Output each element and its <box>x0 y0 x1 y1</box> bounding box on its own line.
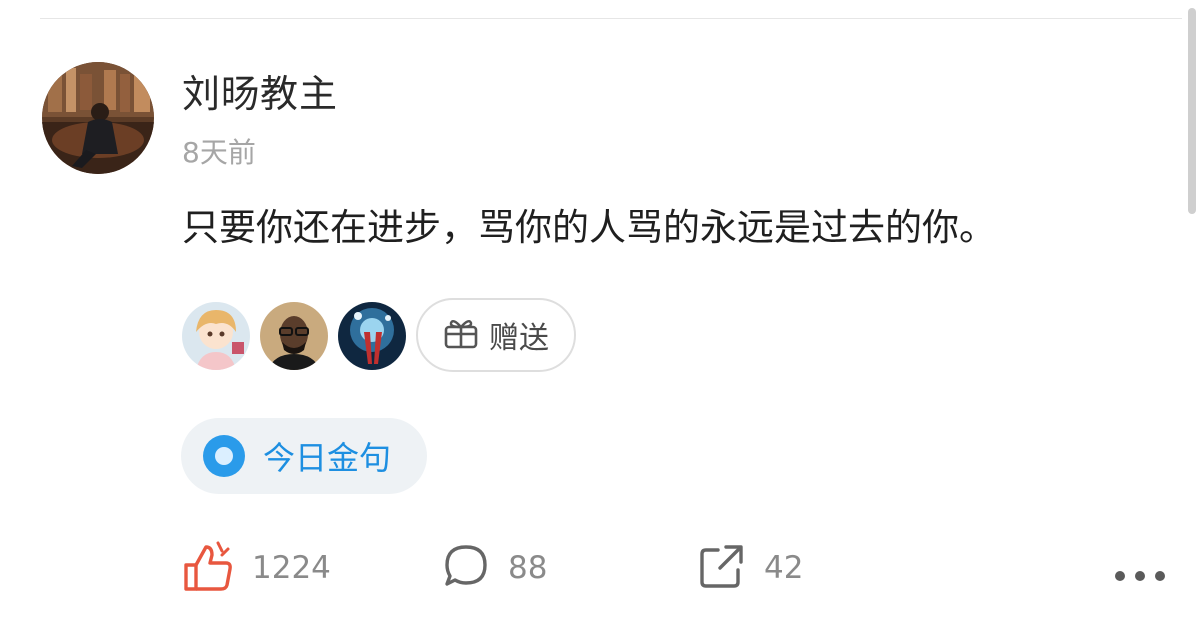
topic-chip[interactable]: 今日金句 <box>181 418 427 494</box>
gift-button[interactable]: 赠送 <box>416 298 576 372</box>
author-avatar[interactable] <box>42 62 154 174</box>
more-dot <box>1135 571 1145 581</box>
gift-button-label: 赠送 <box>489 321 549 356</box>
gifter-avatar-3[interactable] <box>338 302 406 370</box>
like-count: 1224 <box>252 550 331 586</box>
like-button[interactable]: 1224 <box>182 540 331 596</box>
share-icon <box>698 542 746 594</box>
more-dots-icon <box>1115 571 1165 581</box>
topic-label: 今日金句 <box>263 439 392 477</box>
scrollbar[interactable] <box>1188 8 1196 214</box>
gift-icon <box>443 316 479 354</box>
author-name[interactable]: 刘旸教主 <box>182 70 338 118</box>
share-button[interactable]: 42 <box>698 540 803 596</box>
gifter-avatar-2[interactable] <box>260 302 328 370</box>
more-dot <box>1155 571 1165 581</box>
comment-bubble-icon <box>442 542 490 594</box>
comment-button[interactable]: 88 <box>442 540 547 596</box>
more-button[interactable] <box>1098 548 1182 604</box>
topic-icon <box>203 435 245 477</box>
share-count: 42 <box>764 550 804 586</box>
top-divider <box>40 18 1182 19</box>
thumbs-up-icon <box>182 539 234 597</box>
post-timestamp: 8天前 <box>182 136 256 169</box>
post-content[interactable]: 只要你还在进步，骂你的人骂的永远是过去的你。 <box>182 202 996 254</box>
gifter-avatar-1[interactable] <box>182 302 250 370</box>
more-dot <box>1115 571 1125 581</box>
comment-count: 88 <box>508 550 548 586</box>
